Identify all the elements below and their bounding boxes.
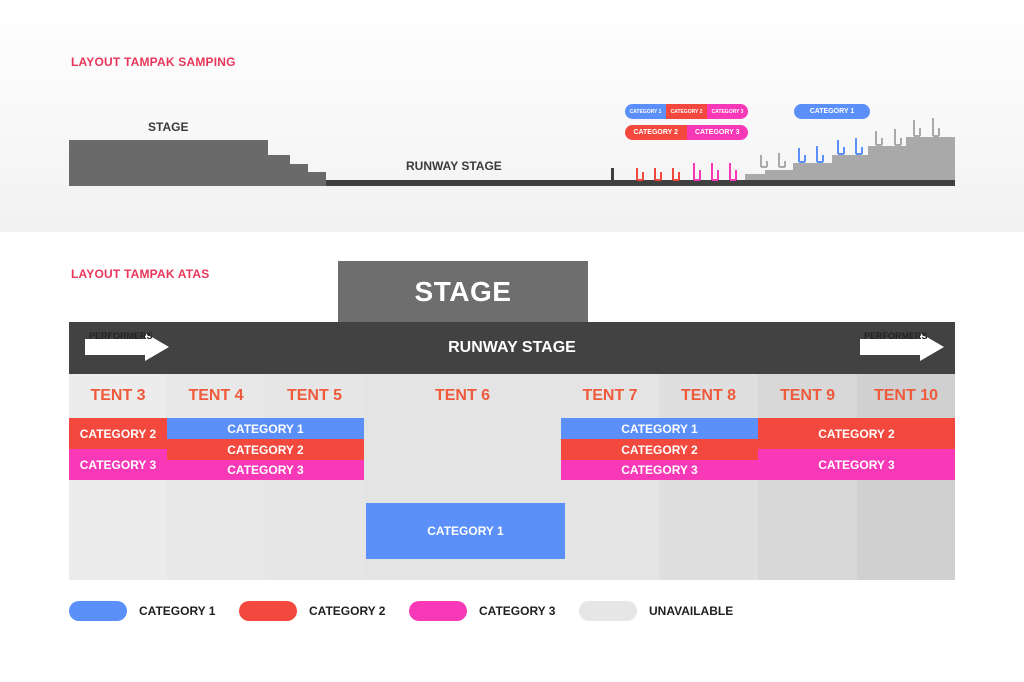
tent45-category-2: CATEGORY 2	[167, 439, 364, 460]
side-view-diagram	[69, 118, 955, 186]
side-pill-right: CATEGORY 1	[794, 104, 870, 119]
legend-label: CATEGORY 2	[309, 604, 386, 618]
chair	[855, 138, 863, 155]
legend-item-category-3: CATEGORY 3	[409, 600, 555, 622]
legend-item-unavailable: UNAVAILABLE	[579, 600, 733, 622]
tent-label: TENT 9	[779, 387, 836, 404]
tent-area: TENT 3 TENT 4 TENT 5 TENT 6 TENT 7 TENT …	[69, 374, 955, 580]
legend-swatch	[579, 601, 637, 621]
top-stage: STAGE	[338, 261, 588, 323]
tent45-category-1: CATEGORY 1	[167, 418, 364, 439]
top-runway-label: RUNWAY STAGE	[448, 339, 576, 356]
tent-label: TENT 8	[680, 387, 737, 404]
legend-label: UNAVAILABLE	[649, 604, 734, 618]
tent-label: TENT 6	[434, 387, 491, 404]
legend-swatch	[69, 601, 127, 621]
tent-label: TENT 4	[188, 387, 244, 404]
side-stage-step-1	[268, 155, 290, 186]
top-view-title: LAYOUT TAMPAK ATAS	[71, 267, 210, 281]
side-stage-block	[69, 140, 268, 186]
side-pill-two: CATEGORY 2 CATEGORY 3	[625, 125, 748, 140]
front-chairs	[636, 163, 737, 181]
side-runway-label: RUNWAY STAGE	[406, 159, 502, 173]
tent78-category-2: CATEGORY 2	[561, 439, 758, 460]
pill-category-2: CATEGORY 2	[625, 125, 687, 140]
side-stage-label: STAGE	[148, 120, 189, 134]
legend-item-category-2: CATEGORY 2	[239, 600, 385, 622]
legend-label: CATEGORY 1	[139, 604, 216, 618]
chair	[636, 168, 644, 181]
tent3-category-2: CATEGORY 2	[69, 418, 167, 449]
tent910-category-3: CATEGORY 3	[758, 449, 955, 480]
side-runway-post	[611, 168, 614, 180]
pill-category-2: CATEGORY 2	[666, 104, 707, 119]
legend-label: CATEGORY 3	[479, 604, 556, 618]
chair	[711, 163, 719, 181]
tribune	[745, 137, 955, 180]
top-runway: RUNWAY STAGE PERFORMERS PERFORMERS	[69, 322, 955, 374]
chair	[798, 148, 806, 163]
tent78-category-3: CATEGORY 3	[561, 460, 758, 480]
performers-right-label: PERFORMERS	[864, 331, 928, 341]
side-pill-three: CATEGORY 1 CATEGORY 2 CATEGORY 3	[625, 104, 748, 119]
pill-category-3: CATEGORY 3	[707, 104, 748, 119]
tent45-category-3: CATEGORY 3	[167, 460, 364, 480]
tent78-category-1: CATEGORY 1	[561, 418, 758, 439]
pill-category-3: CATEGORY 3	[686, 125, 748, 140]
performers-left-label: PERFORMERS	[89, 331, 153, 341]
legend-swatch	[409, 601, 467, 621]
tent910-category-2: CATEGORY 2	[758, 418, 955, 449]
pill-category-1: CATEGORY 1	[625, 104, 666, 119]
chair	[837, 140, 845, 155]
side-stage-step-2	[290, 164, 308, 186]
tent-label: TENT 10	[873, 387, 938, 404]
tent-label: TENT 3	[90, 387, 146, 404]
chair	[654, 168, 662, 181]
pill-category-1: CATEGORY 1	[794, 104, 870, 119]
chair	[875, 131, 883, 146]
chair	[932, 118, 940, 137]
chair	[894, 129, 902, 146]
chair	[778, 153, 786, 168]
legend-swatch	[239, 601, 297, 621]
chair	[760, 155, 768, 168]
tent-label: TENT 5	[286, 387, 343, 404]
chair	[913, 120, 921, 137]
tent6-category-1: CATEGORY 1	[366, 503, 565, 559]
chair	[729, 163, 737, 181]
tent-label: TENT 7	[582, 387, 638, 404]
tent3-category-3: CATEGORY 3	[69, 449, 167, 480]
side-stage-step-3	[308, 172, 326, 186]
chair	[672, 168, 680, 181]
chair	[816, 146, 824, 163]
legend-item-category-1: CATEGORY 1	[69, 600, 215, 622]
chair	[693, 163, 701, 181]
